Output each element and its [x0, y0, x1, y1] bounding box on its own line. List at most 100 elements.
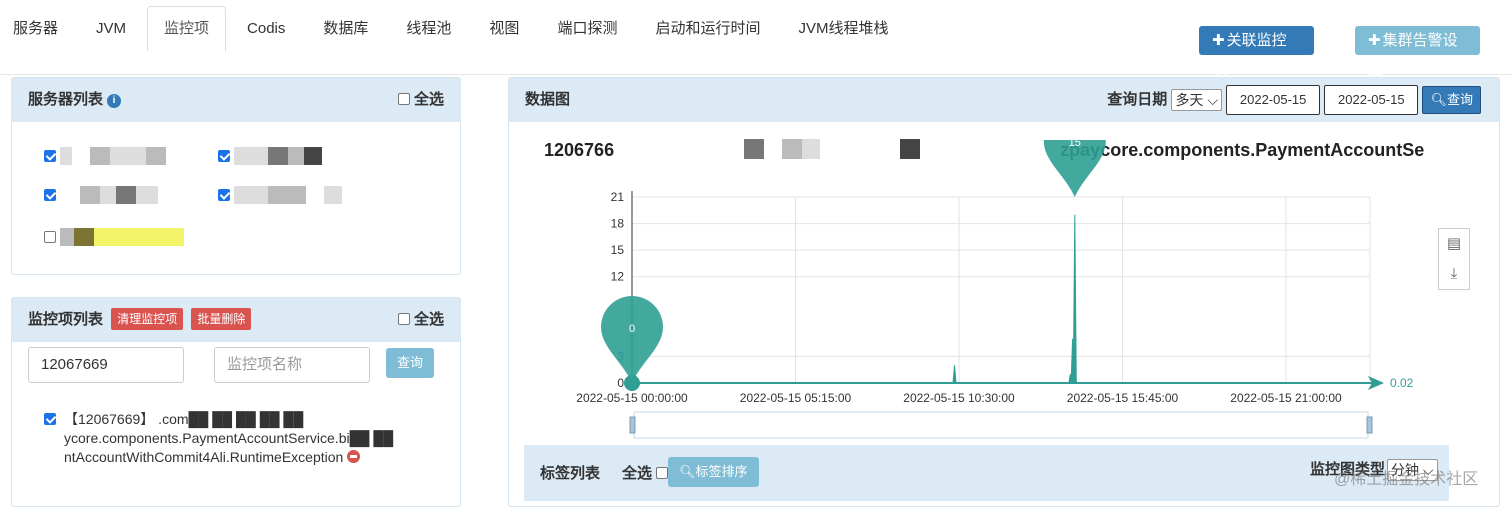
query-date-label: 查询日期 — [1107, 91, 1168, 108]
chart-toolbox: ▤ ⤓ — [1438, 228, 1470, 290]
tab-item[interactable]: 端口探测 — [540, 6, 634, 50]
plus-icon: ✚ — [1368, 32, 1381, 49]
server-checkbox[interactable] — [44, 231, 56, 243]
server-item[interactable] — [44, 228, 184, 246]
tab-bar: 服务器 JVM 监控项 Codis 数据库 线程池 视图 端口探测 启动和运行时间 JVM线程堆栈 — [0, 6, 909, 51]
label-list-bar: 标签列表 全选 🔍︎标签排序 监控图类型 分钟 ⌵ — [524, 445, 1449, 501]
line-chart: 2022-05-15 00:00:00 2022-05-15 05:15:00 20… — [576, 140, 1414, 439]
y-tick-label: 0 — [617, 376, 624, 390]
select-all-checkbox[interactable] — [397, 93, 410, 105]
server-checkbox[interactable] — [218, 189, 230, 201]
tab-item[interactable]: 数据库 — [306, 6, 385, 50]
marker-label: 0 — [629, 323, 635, 335]
x-tick-label: 2022-05-15 15:45:00 — [1067, 391, 1179, 405]
tab-item[interactable]: 启动和运行时间 — [638, 6, 777, 50]
x-axis-end-label: 0.02 — [1390, 376, 1414, 390]
monitor-list-header: 监控项列表 清理监控项 批量删除 全选 — [12, 298, 460, 342]
redacted-block — [146, 147, 166, 165]
server-checkbox[interactable] — [44, 150, 56, 162]
marker-label: 15 — [1069, 140, 1081, 149]
clear-monitor-button[interactable]: 清理监控项 — [111, 308, 184, 330]
monitor-list-title: 监控项列表 — [28, 311, 104, 328]
zoom-handle-left — [629, 416, 636, 434]
server-select-all[interactable]: 全选 — [397, 78, 444, 122]
origin-dot — [624, 375, 640, 391]
tab-item[interactable]: 监控项 — [147, 6, 227, 51]
server-item[interactable] — [44, 147, 166, 165]
monitor-item[interactable]: 【12067669】 .com██ ██ ██ ██ ██ ycore.comp… — [64, 410, 444, 467]
top-nav: 服务器 JVM 监控项 Codis 数据库 线程池 视图 端口探测 启动和运行时间 JVM线程堆栈… — [0, 0, 1512, 78]
monitor-query-button[interactable]: 查询 — [386, 348, 435, 378]
tab-item[interactable]: 线程池 — [389, 6, 468, 50]
server-item[interactable] — [218, 186, 342, 204]
end-date-input[interactable]: 2022-05-15 — [1324, 85, 1419, 116]
select-all-label: 全选 — [413, 311, 444, 328]
redacted-block — [304, 147, 322, 165]
server-item[interactable] — [218, 147, 322, 165]
start-date-input[interactable]: 2022-05-15 — [1226, 85, 1321, 116]
server-list-header: 服务器列表 i 全选 — [12, 78, 460, 122]
data-query-label: 查询 — [1446, 92, 1473, 108]
redacted-block — [94, 228, 184, 246]
x-tick-label: 2022-05-15 05:15:00 — [740, 391, 852, 405]
redacted-block — [80, 186, 100, 204]
monitor-id-input[interactable]: 12067669 — [28, 347, 184, 383]
redacted-block — [90, 147, 110, 165]
y-tick-label: 12 — [611, 270, 625, 284]
data-spike — [1072, 214, 1077, 384]
plus-icon: ✚ — [1212, 32, 1225, 49]
zoom-handle-right — [1366, 416, 1373, 434]
data-query-button[interactable]: 🔍︎查询 — [1422, 86, 1481, 115]
server-list-title: 服务器列表 — [28, 91, 104, 108]
y-tick-label: 15 — [611, 243, 625, 257]
monitor-item-checkbox[interactable] — [44, 413, 56, 425]
label-select-all-text: 全选 — [622, 465, 653, 482]
redacted-block — [116, 186, 136, 204]
server-item[interactable] — [44, 186, 158, 204]
x-tick-label: 2022-05-15 21:00:00 — [1230, 391, 1342, 405]
monitor-name-input[interactable]: 监控项名称 — [214, 347, 370, 383]
redacted-block — [100, 186, 116, 204]
tab-item[interactable]: 视图 — [472, 6, 536, 50]
monitor-select-all[interactable]: 全选 — [397, 298, 444, 342]
redacted-block — [60, 228, 74, 246]
label-select-all[interactable]: 全选 — [622, 462, 672, 483]
info-icon[interactable]: i — [107, 94, 122, 108]
tab-item[interactable]: Codis — [230, 6, 302, 50]
add-monitor-button[interactable]: ✚ 关联监控项 — [1199, 26, 1314, 78]
batch-delete-button[interactable]: 批量删除 — [191, 308, 252, 330]
monitor-list-panel: 监控项列表 清理监控项 批量删除 全选 — [11, 297, 461, 507]
tab-item[interactable]: JVM线程堆栈 — [781, 6, 905, 50]
search-icon: 🔍︎ — [679, 464, 696, 479]
remove-icon[interactable] — [347, 450, 361, 463]
redacted-block — [110, 147, 146, 165]
select-all-checkbox[interactable] — [397, 313, 410, 325]
download-icon[interactable]: ⤓ — [1439, 259, 1469, 289]
cluster-alarm-label: 集群告警设置 — [1368, 32, 1458, 78]
label-sort-text: 标签排序 — [695, 464, 748, 479]
search-icon: 🔍︎ — [1430, 92, 1447, 108]
watermark: @稀土掘金技术社区 — [1334, 471, 1479, 488]
y-tick-label: 18 — [611, 217, 625, 231]
label-select-all-checkbox[interactable] — [656, 467, 669, 479]
redacted-block — [324, 186, 342, 204]
server-checkbox[interactable] — [44, 189, 56, 201]
redacted-block — [74, 228, 94, 246]
cluster-alarm-button[interactable]: ✚ 集群告警设置 — [1355, 26, 1480, 78]
x-tick-label: 2022-05-15 00:00:00 — [576, 391, 688, 405]
data-zoom-slider — [633, 411, 1369, 439]
server-checkbox[interactable] — [218, 150, 230, 162]
range-select[interactable]: 多天 ⌵ — [1171, 89, 1222, 112]
redacted-block — [234, 186, 268, 204]
date-query-controls: 查询日期 多天 ⌵ 2022-05-15 2022-05-15 🔍︎查询 — [1107, 78, 1481, 122]
redacted-block — [234, 147, 268, 165]
label-list-title: 标签列表 — [540, 465, 601, 482]
data-view-icon[interactable]: ▤ — [1439, 229, 1469, 259]
select-all-label: 全选 — [413, 91, 444, 108]
label-sort-button[interactable]: 🔍︎标签排序 — [668, 457, 759, 487]
marker-pin — [601, 295, 663, 383]
tab-item[interactable]: 服务器 — [0, 6, 75, 50]
data-spike — [952, 365, 957, 384]
tab-item[interactable]: JVM — [79, 6, 143, 50]
redacted-block — [268, 147, 288, 165]
